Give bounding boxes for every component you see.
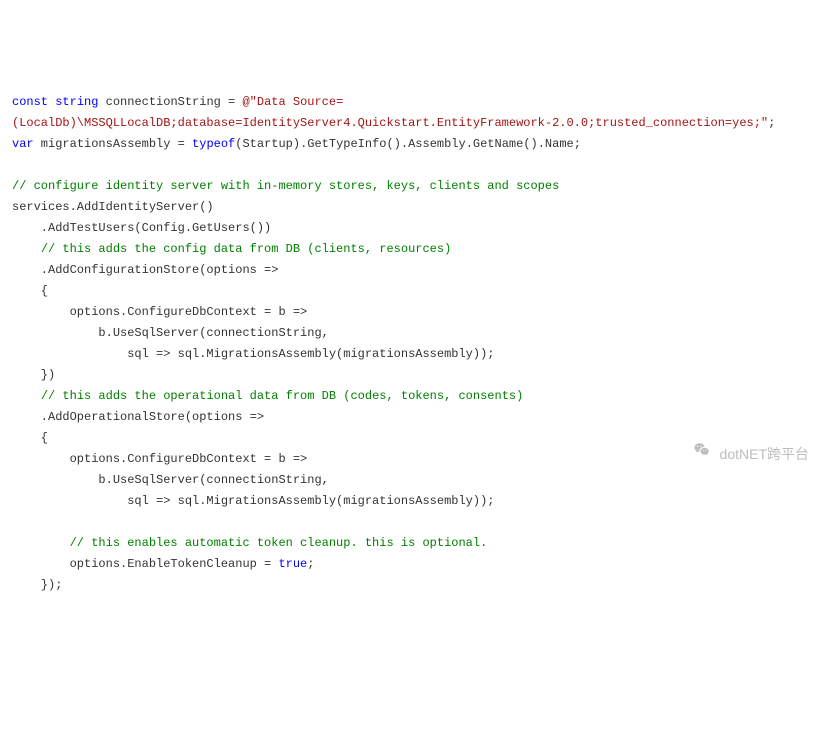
code-text: sql => sql.MigrationsAssembly(migrations… — [12, 347, 494, 361]
code-text: options.EnableTokenCleanup = — [12, 557, 278, 571]
code-text: (Startup).GetTypeInfo().Assembly.GetName… — [235, 137, 581, 151]
code-text — [12, 536, 70, 550]
keyword-string: string — [55, 95, 98, 109]
code-text — [12, 389, 41, 403]
code-text: connectionString = — [98, 95, 242, 109]
code-text: ; — [768, 116, 775, 130]
comment: // configure identity server with in-mem… — [12, 179, 559, 193]
code-text: }); — [12, 578, 62, 592]
code-text: options.ConfigureDbContext = b => — [12, 305, 307, 319]
string-literal: @"Data Source= — [242, 95, 343, 109]
code-text: ; — [307, 557, 314, 571]
string-literal: (LocalDb)\MSSQLLocalDB;database=Identity… — [12, 116, 768, 130]
code-text: .AddTestUsers(Config.GetUsers()) — [12, 221, 271, 235]
comment: // this enables automatic token cleanup.… — [70, 536, 488, 550]
code-text: b.UseSqlServer(connectionString, — [12, 473, 329, 487]
keyword-typeof: typeof — [192, 137, 235, 151]
keyword-const: const — [12, 95, 48, 109]
code-text: .AddConfigurationStore(options => — [12, 263, 278, 277]
comment: // this adds the operational data from D… — [41, 389, 523, 403]
code-text: services.AddIdentityServer() — [12, 200, 214, 214]
code-text: }) — [12, 368, 55, 382]
code-text: .AddOperationalStore(options => — [12, 410, 264, 424]
code-block: const string connectionString = @"Data S… — [12, 92, 817, 596]
code-text: sql => sql.MigrationsAssembly(migrations… — [12, 494, 494, 508]
keyword-var: var — [12, 137, 34, 151]
code-text: migrationsAssembly = — [34, 137, 192, 151]
comment: // this adds the config data from DB (cl… — [41, 242, 451, 256]
code-text: b.UseSqlServer(connectionString, — [12, 326, 329, 340]
code-text: { — [12, 431, 48, 445]
code-text — [12, 242, 41, 256]
code-text: { — [12, 284, 48, 298]
code-text: options.ConfigureDbContext = b => — [12, 452, 307, 466]
literal-true: true — [278, 557, 307, 571]
